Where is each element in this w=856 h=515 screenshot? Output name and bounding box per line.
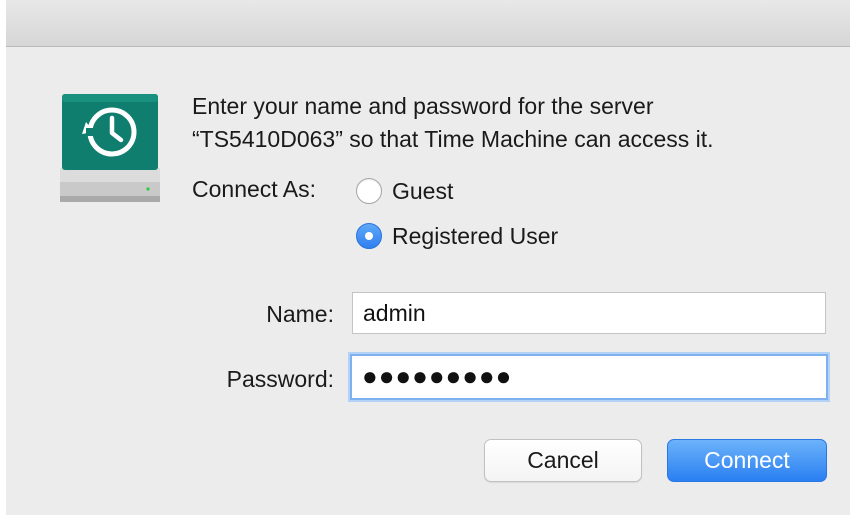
radio-registered-user-label[interactable]: Registered User xyxy=(392,221,558,251)
name-field[interactable] xyxy=(352,292,826,334)
radio-guest-circle[interactable] xyxy=(356,178,382,204)
message-line-2: “TS5410D063” so that Time Machine can ac… xyxy=(192,126,714,152)
dialog-message: Enter your name and password for the ser… xyxy=(192,90,832,156)
password-label: Password: xyxy=(226,366,334,392)
message-line-1: Enter your name and password for the ser… xyxy=(192,93,654,119)
cancel-button[interactable]: Cancel xyxy=(484,439,642,482)
radio-registered-user-circle[interactable] xyxy=(356,223,382,249)
time-machine-drive-icon xyxy=(60,94,160,202)
password-field[interactable]: ●●●●●●●●● xyxy=(350,354,828,400)
radio-guest[interactable]: Guest xyxy=(356,176,453,206)
connect-as-label: Connect As: xyxy=(192,176,317,202)
name-label: Name: xyxy=(266,301,334,327)
connect-button[interactable]: Connect xyxy=(667,439,827,482)
radio-registered-user[interactable]: Registered User xyxy=(356,221,558,251)
radio-guest-label[interactable]: Guest xyxy=(392,176,453,206)
auth-dialog: Enter your name and password for the ser… xyxy=(6,0,850,515)
title-bar[interactable] xyxy=(6,0,850,47)
